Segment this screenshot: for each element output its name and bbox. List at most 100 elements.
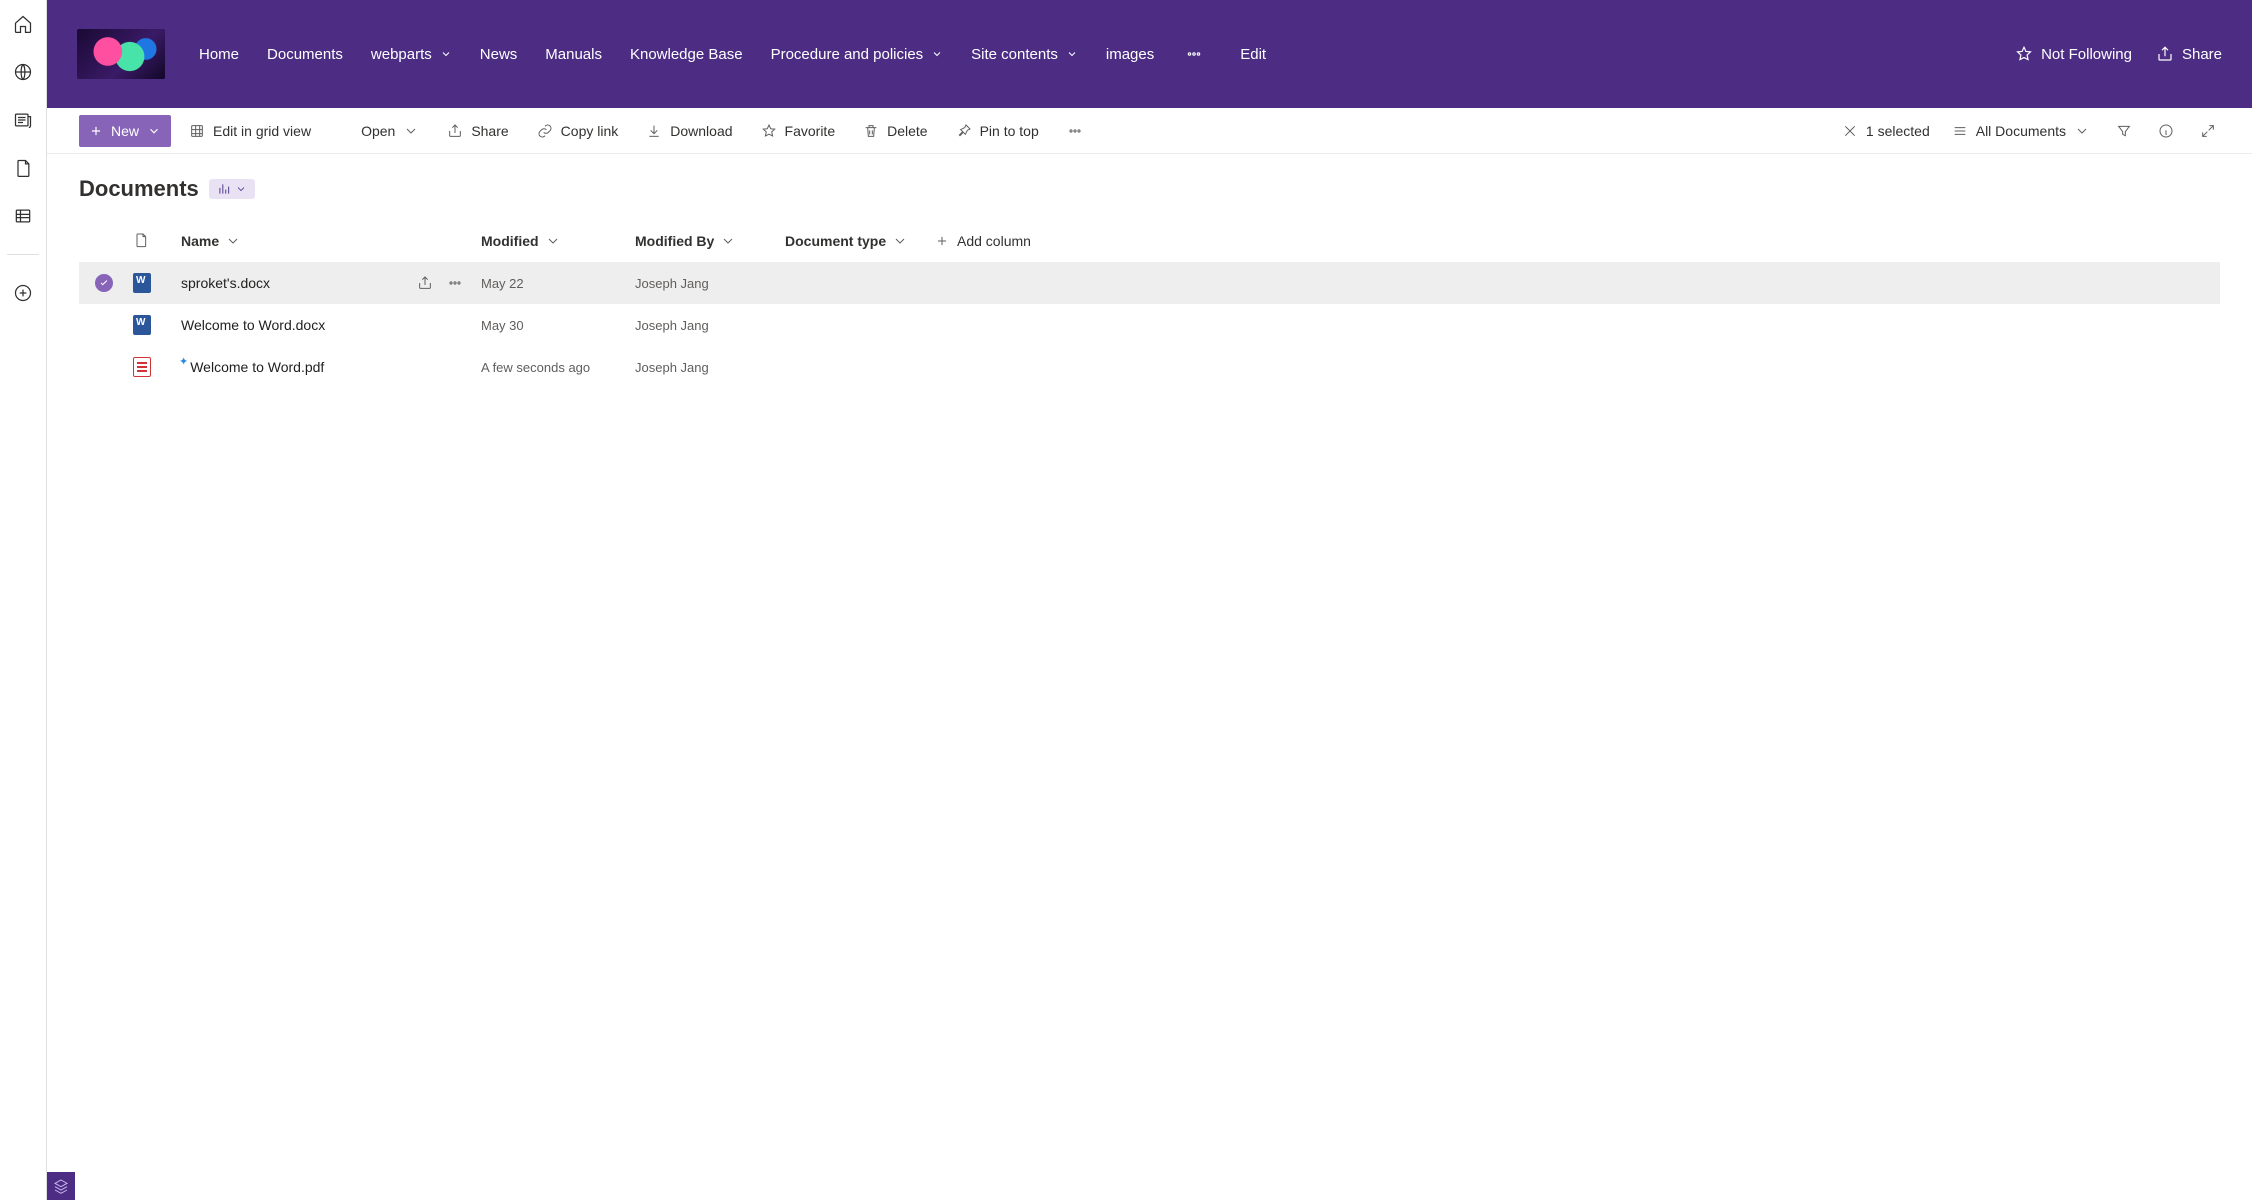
add-icon[interactable] <box>13 283 33 303</box>
pin-icon <box>956 123 972 139</box>
col-name-label: Name <box>181 233 219 249</box>
new-button[interactable]: New <box>79 115 171 147</box>
table-row[interactable]: ✦Welcome to Word.pdfA few seconds agoJos… <box>79 346 2220 388</box>
site-nav: Home Documents webparts News Manuals Knowledg… <box>199 45 2015 63</box>
nav-link[interactable]: Procedure and policies <box>771 46 944 63</box>
modified-by[interactable]: Joseph Jang <box>635 318 709 333</box>
col-modified[interactable]: Modified <box>481 233 635 249</box>
bars-icon <box>217 182 231 196</box>
doc-icon <box>133 232 149 248</box>
nav-link-label: Documents <box>267 46 343 63</box>
add-column-button[interactable]: Add column <box>935 233 2220 249</box>
home-icon[interactable] <box>13 14 33 34</box>
add-column-label: Add column <box>957 233 1031 249</box>
nav-link[interactable]: webparts <box>371 46 452 63</box>
nav-link-label: Home <box>199 46 239 63</box>
file-name[interactable]: Welcome to Word.docx <box>181 317 325 333</box>
selection-label: 1 selected <box>1866 123 1930 139</box>
chevron-down-icon <box>1066 48 1078 60</box>
nav-link-label: Site contents <box>971 46 1058 63</box>
open-button[interactable]: Open <box>351 115 429 147</box>
modified-date: May 30 <box>481 318 524 333</box>
delete-label: Delete <box>887 123 927 139</box>
details-pane-button[interactable] <box>2154 115 2178 147</box>
share-site-button[interactable]: Share <box>2156 45 2222 63</box>
pin-button[interactable]: Pin to top <box>946 115 1049 147</box>
col-modified-by-label: Modified By <box>635 233 714 249</box>
chevron-down-icon <box>403 123 419 139</box>
document-list: Name Modified Modified By Document type <box>79 220 2220 388</box>
site-logo[interactable] <box>77 29 165 79</box>
more-icon[interactable] <box>447 275 463 291</box>
download-icon <box>646 123 662 139</box>
chevron-down-icon <box>545 233 561 249</box>
favorite-button[interactable]: Favorite <box>751 115 846 147</box>
chevron-down-icon <box>2074 123 2090 139</box>
documents-icon[interactable] <box>13 158 33 178</box>
fullscreen-button[interactable] <box>2196 115 2220 147</box>
download-button[interactable]: Download <box>636 115 742 147</box>
rail-divider <box>7 254 39 255</box>
col-type[interactable] <box>133 232 181 251</box>
col-document-type[interactable]: Document type <box>785 233 935 249</box>
library-visual-button[interactable] <box>209 179 255 199</box>
share-icon[interactable] <box>417 275 433 291</box>
news-icon[interactable] <box>13 110 33 130</box>
col-modified-by[interactable]: Modified By <box>635 233 785 249</box>
share-label: Share <box>471 123 508 139</box>
table-row[interactable]: sproket's.docxMay 22Joseph Jang <box>79 262 2220 304</box>
filter-icon <box>2116 123 2132 139</box>
copy-link-label: Copy link <box>561 123 619 139</box>
filter-button[interactable] <box>2112 115 2136 147</box>
modified-by[interactable]: Joseph Jang <box>635 276 709 291</box>
file-name[interactable]: Welcome to Word.pdf <box>190 359 324 375</box>
file-name[interactable]: sproket's.docx <box>181 275 270 291</box>
follow-label: Not Following <box>2041 46 2132 63</box>
follow-button[interactable]: Not Following <box>2015 45 2132 63</box>
globe-icon[interactable] <box>13 62 33 82</box>
trash-icon <box>863 123 879 139</box>
copy-link-button[interactable]: Copy link <box>527 115 629 147</box>
nav-edit[interactable]: Edit <box>1240 46 1266 63</box>
close-icon[interactable] <box>1842 123 1858 139</box>
list-icon <box>1952 123 1968 139</box>
expand-icon <box>2200 123 2216 139</box>
lists-icon[interactable] <box>13 206 33 226</box>
feedback-badge[interactable] <box>47 1172 75 1200</box>
nav-link[interactable]: Site contents <box>971 46 1078 63</box>
page-title: Documents <box>79 176 199 202</box>
new-indicator-icon: ✦ <box>179 355 188 368</box>
chevron-down-icon <box>720 233 736 249</box>
selection-count[interactable]: 1 selected <box>1842 123 1930 139</box>
chevron-down-icon <box>147 124 161 138</box>
view-name: All Documents <box>1976 123 2066 139</box>
nav-link[interactable]: Manuals <box>545 46 602 63</box>
favorite-label: Favorite <box>785 123 836 139</box>
new-label: New <box>111 123 139 139</box>
nav-link[interactable]: Home <box>199 46 239 63</box>
command-overflow[interactable] <box>1057 115 1093 147</box>
chevron-down-icon <box>225 233 241 249</box>
share-button[interactable]: Share <box>437 115 518 147</box>
check-icon <box>99 278 109 288</box>
share-label: Share <box>2182 46 2222 63</box>
nav-link-label: Knowledge Base <box>630 46 743 63</box>
delete-button[interactable]: Delete <box>853 115 937 147</box>
content-area: Documents Name Modified <box>47 154 2252 1200</box>
nav-link[interactable]: Knowledge Base <box>630 46 743 63</box>
nav-link[interactable]: images <box>1106 46 1154 63</box>
edit-grid-label: Edit in grid view <box>213 123 311 139</box>
nav-overflow[interactable] <box>1182 45 1206 63</box>
row-select[interactable] <box>95 274 113 292</box>
modified-by[interactable]: Joseph Jang <box>635 360 709 375</box>
view-switcher[interactable]: All Documents <box>1948 115 2094 147</box>
open-label: Open <box>361 123 395 139</box>
nav-link[interactable]: Documents <box>267 46 343 63</box>
command-bar: New Edit in grid view Open Share Copy li… <box>47 108 2252 154</box>
edit-grid-button[interactable]: Edit in grid view <box>179 115 321 147</box>
table-row[interactable]: Welcome to Word.docx May 30 Joseph Jang <box>79 304 2220 346</box>
col-name[interactable]: Name <box>181 233 481 249</box>
star-icon <box>2015 45 2033 63</box>
nav-link[interactable]: News <box>480 46 518 63</box>
word-icon <box>133 273 151 293</box>
